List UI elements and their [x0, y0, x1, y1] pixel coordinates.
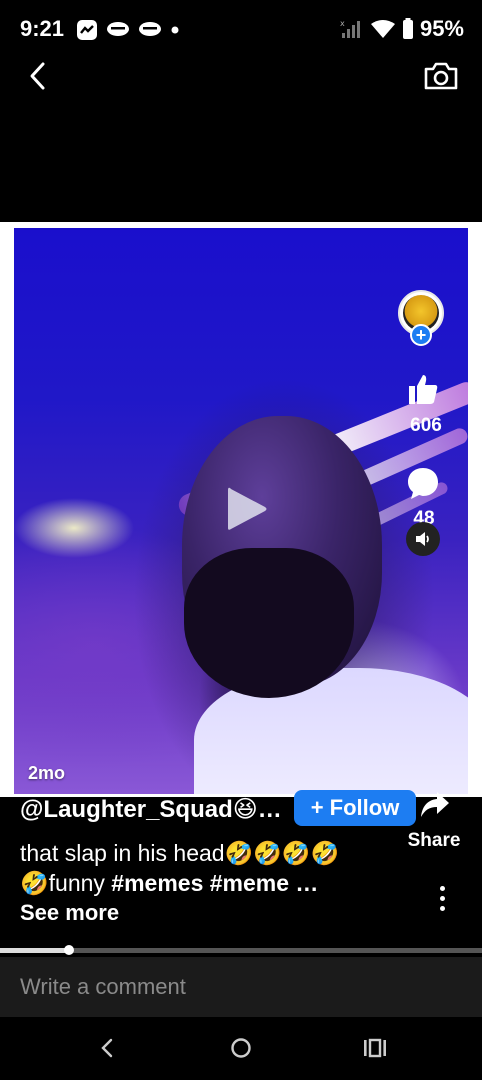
nav-recents-icon[interactable]	[362, 1036, 388, 1060]
chat-bubble-icon-2	[139, 22, 161, 36]
creator-username[interactable]: @Laughter_Squad😆…	[20, 795, 282, 824]
nav-home-icon[interactable]	[229, 1036, 253, 1060]
share-button[interactable]: Share	[404, 786, 464, 856]
battery-percent: 95%	[419, 16, 464, 41]
share-label: Share	[407, 830, 461, 851]
dot-icon	[171, 26, 179, 34]
comment-bar	[0, 957, 482, 1017]
signal-off-icon: x	[340, 19, 360, 38]
status-bar: 9:21 x 95%	[0, 0, 482, 60]
comment-input[interactable]	[20, 971, 460, 1003]
nav-back-icon[interactable]	[96, 1036, 118, 1060]
caption-hashtags[interactable]: #memes #meme …	[111, 870, 318, 896]
wifi-icon	[370, 20, 395, 38]
svg-text:x: x	[340, 19, 345, 28]
system-nav-bar	[0, 1018, 482, 1080]
video-progress-fill	[0, 948, 70, 953]
camera-icon[interactable]	[422, 59, 460, 93]
volume-button[interactable]	[406, 522, 440, 556]
play-icon[interactable]	[222, 484, 272, 534]
like-icon[interactable]	[406, 372, 440, 406]
share-arrow-icon	[421, 792, 449, 817]
caption-text-2: 🤣funny #memes #meme …	[20, 870, 318, 897]
battery-icon	[402, 18, 413, 39]
chat-bubble-icon	[107, 22, 129, 36]
notification-icons	[76, 19, 180, 41]
video-figure-beard	[184, 548, 354, 698]
volume-icon	[416, 532, 429, 546]
see-more-link[interactable]: See more	[20, 900, 119, 926]
status-right: x 95%	[340, 16, 464, 42]
top-nav	[0, 55, 482, 99]
back-arrow-icon[interactable]	[24, 59, 54, 93]
follow-plus-icon[interactable]: +	[410, 324, 432, 346]
status-time: 9:21	[20, 16, 65, 41]
more-options-icon[interactable]	[430, 882, 454, 914]
caption-prefix: 🤣funny	[20, 870, 112, 896]
video-age: 2mo	[28, 763, 66, 783]
video-progress-handle[interactable]	[64, 945, 74, 955]
messenger-icon	[77, 20, 97, 40]
follow-button[interactable]: + Follow	[294, 790, 416, 826]
caption-text: that slap in his head🤣🤣🤣🤣	[20, 840, 340, 866]
comment-icon[interactable]	[406, 466, 440, 500]
like-count: 606	[410, 415, 442, 436]
